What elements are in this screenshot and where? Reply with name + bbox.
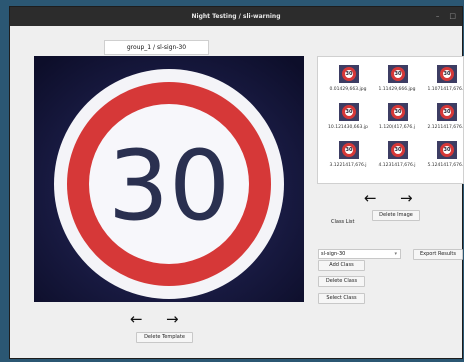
thumbnail-caption: 2.1211417,676.j	[427, 125, 464, 130]
gallery-thumbnail[interactable]: 30 2.1211417,676.j	[420, 103, 464, 143]
gallery-thumbnail[interactable]: 30 5.1241417,676.j	[420, 141, 464, 181]
close-icon[interactable]: □	[449, 13, 456, 20]
window-title: Night Testing / sli-warning	[191, 13, 281, 20]
gallery-thumbnail[interactable]: 30 0.01429,663.jpg	[322, 65, 372, 105]
thumbnail-caption: 3.1221417,676.j	[329, 163, 367, 168]
template-name-field: group_1 / sl-sign-30	[104, 40, 209, 55]
speed-sign-icon: 30	[440, 105, 454, 119]
window-controls: – □	[436, 7, 456, 26]
select-class-button[interactable]: Select Class	[318, 293, 365, 304]
thumbnail-image: 30	[437, 103, 457, 121]
delete-template-button[interactable]: Delete Template	[136, 332, 193, 343]
thumbnail-caption: 1.1071417,676.j	[427, 87, 464, 92]
arrow-right-icon[interactable]: →	[400, 191, 413, 206]
thumbnail-image: 30	[339, 103, 359, 121]
arrow-left-icon[interactable]: ←	[364, 191, 377, 206]
class-select-value: sl-sign-30	[321, 251, 346, 257]
sign-number: 30	[108, 130, 230, 242]
thumbnail-image: 30	[388, 141, 408, 159]
speed-sign-icon: 30	[342, 143, 356, 157]
thumbnail-image: 30	[339, 141, 359, 159]
app-window: Night Testing / sli-warning – □ group_1 …	[9, 6, 464, 359]
export-results-button[interactable]: Export Results	[413, 249, 463, 260]
thumbnail-caption: 0.01429,663.jpg	[329, 87, 367, 92]
template-image: 30	[34, 56, 304, 302]
delete-image-button[interactable]: Delete Image	[372, 210, 420, 221]
speed-sign-photo: 30	[34, 56, 304, 302]
speed-sign-icon: 30	[391, 105, 405, 119]
gallery-thumbnail[interactable]: 30 3.1221417,676.j	[322, 141, 372, 181]
class-select[interactable]: sl-sign-30 ▾	[318, 249, 401, 259]
speed-sign-icon: 30	[440, 67, 454, 81]
delete-class-button[interactable]: Delete Class	[318, 276, 365, 287]
thumbnail-caption: 4.1231417,676.j	[378, 163, 416, 168]
gallery-thumbnail[interactable]: 30 1.120(417,676.j	[371, 103, 421, 143]
speed-sign-icon: 30	[342, 67, 356, 81]
title-bar: Night Testing / sli-warning – □	[10, 7, 462, 26]
thumbnail-caption: 1.11429,666.jpg	[378, 87, 416, 92]
thumbnail-image: 30	[437, 141, 457, 159]
gallery-thumbnail[interactable]: 30 1.1071417,676.j	[420, 65, 464, 105]
image-gallery: 30 0.01429,663.jpg 30 1.11429,666.jpg 30 1.10…	[317, 56, 464, 184]
speed-sign-icon: 30	[440, 143, 454, 157]
gallery-thumbnail[interactable]: 30 4.1231417,676.j	[371, 141, 421, 181]
class-list-label: Class List	[331, 219, 355, 225]
speed-sign-icon: 30	[391, 67, 405, 81]
arrow-left-icon[interactable]: ←	[130, 312, 143, 327]
gallery-thumbnail[interactable]: 30 1.11429,666.jpg	[371, 65, 421, 105]
thumbnail-image: 30	[437, 65, 457, 83]
gallery-thumbnail[interactable]: 30 10.121430,663.jp	[322, 103, 372, 143]
speed-sign-icon: 30	[342, 105, 356, 119]
thumbnail-image: 30	[388, 65, 408, 83]
thumbnail-caption: 1.120(417,676.j	[379, 125, 415, 130]
thumbnail-image: 30	[388, 103, 408, 121]
arrow-right-icon[interactable]: →	[166, 312, 179, 327]
thumbnail-image: 30	[339, 65, 359, 83]
thumbnail-caption: 10.121430,663.jp	[328, 125, 368, 130]
minimize-icon[interactable]: –	[436, 13, 440, 20]
speed-sign-icon: 30	[391, 143, 405, 157]
chevron-down-icon: ▾	[394, 251, 397, 257]
add-class-button[interactable]: Add Class	[318, 260, 365, 271]
thumbnail-caption: 5.1241417,676.j	[427, 163, 464, 168]
